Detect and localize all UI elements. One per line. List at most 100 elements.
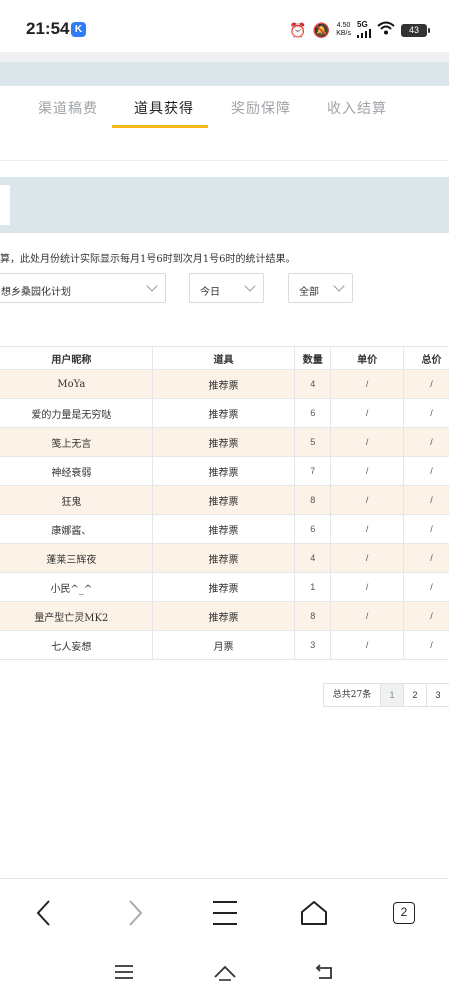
cell-prop: 推荐票	[151, 398, 296, 428]
system-back-button[interactable]	[304, 955, 344, 989]
cell-nickname: 神经衰弱	[0, 456, 153, 486]
wifi-icon	[377, 21, 395, 40]
alarm-icon: ⏰	[289, 21, 307, 38]
cell-quantity: 4	[294, 543, 332, 573]
chevron-down-icon	[333, 280, 345, 292]
cell-quantity: 4	[294, 369, 332, 399]
recent-apps-icon	[115, 965, 133, 979]
menu-icon	[213, 901, 237, 925]
clock: 21:54	[26, 19, 70, 38]
tab-rewards[interactable]: 奖励保障	[231, 98, 291, 118]
cell-total-price: /	[403, 630, 449, 660]
book-select[interactable]: 想乡桑园化计划	[0, 273, 166, 303]
cell-quantity: 6	[294, 398, 332, 428]
tabs-icon: 2	[393, 902, 415, 924]
tab-bar: 渠道稿费 道具获得 奖励保障 收入结算	[0, 86, 449, 162]
cell-total-price: /	[403, 398, 449, 428]
cell-nickname: 爱的力量是无穷哒	[0, 398, 153, 428]
statistics-note: 算，此处月份统计实际显示每月1号6时到次月1号6时的统计结果。	[0, 254, 296, 265]
cell-unit-price: /	[330, 601, 405, 631]
cell-nickname: 量产型亡灵MK2	[0, 601, 153, 631]
table-row: 狂鬼 推荐票 8 / /	[0, 485, 449, 515]
mute-icon: 🔕	[312, 21, 331, 38]
cell-total-price: /	[403, 456, 449, 486]
cell-quantity: 3	[294, 630, 332, 660]
page-1-button[interactable]: 1	[380, 683, 404, 707]
banner-block	[0, 185, 10, 225]
tab-props-received[interactable]: 道具获得	[134, 98, 194, 118]
cell-unit-price: /	[330, 514, 405, 544]
cell-nickname: 蓬莱三辉夜	[0, 543, 153, 573]
top-banner	[0, 62, 449, 86]
cell-unit-price: /	[330, 427, 405, 457]
cell-nickname: 小民^_^	[0, 572, 153, 602]
status-icons: ⏰ 🔕 4.50 KB/s 5G 43	[289, 20, 430, 40]
table-row: 康娜酱、 推荐票 6 / /	[0, 514, 449, 544]
cell-nickname: 康娜酱、	[0, 514, 153, 544]
pagination-total: 总共27条	[323, 683, 381, 707]
date-select-value: 今日	[200, 287, 220, 298]
date-select[interactable]: 今日	[189, 273, 264, 303]
page-2-button[interactable]: 2	[403, 683, 427, 707]
browser-toolbar-divider	[0, 878, 449, 879]
type-select-value: 全部	[299, 287, 319, 298]
forward-icon	[129, 900, 143, 926]
app-notification-icon: K	[71, 22, 86, 37]
home-button[interactable]	[292, 893, 336, 933]
cell-total-price: /	[403, 369, 449, 399]
cell-quantity: 6	[294, 514, 332, 544]
tab-channel-fee[interactable]: 渠道稿费	[38, 98, 98, 118]
table-row: 小民^_^ 推荐票 1 / /	[0, 572, 449, 602]
book-select-value: 想乡桑园化计划	[1, 287, 71, 298]
header-prop: 道具	[151, 346, 296, 370]
table-row: 七人妄想 月票 3 / /	[0, 630, 449, 660]
cell-prop: 月票	[151, 630, 296, 660]
page-3-button[interactable]: 3	[426, 683, 449, 707]
network-speed: 4.50 KB/s	[336, 22, 351, 37]
cell-total-price: /	[403, 514, 449, 544]
cell-nickname: 狂鬼	[0, 485, 153, 515]
header-total-price: 总价	[403, 346, 449, 370]
signal-icon: 5G	[357, 20, 371, 40]
cell-unit-price: /	[330, 572, 405, 602]
cell-prop: 推荐票	[151, 514, 296, 544]
header-unit-price: 单价	[330, 346, 405, 370]
status-bar: 21:54 K ⏰ 🔕 4.50 KB/s 5G 43	[0, 0, 449, 52]
cell-unit-price: /	[330, 630, 405, 660]
cell-unit-price: /	[330, 485, 405, 515]
cell-total-price: /	[403, 601, 449, 631]
cell-quantity: 7	[294, 456, 332, 486]
table-row: 神经衰弱 推荐票 7 / /	[0, 456, 449, 486]
cell-quantity: 1	[294, 572, 332, 602]
table-row: MoYa 推荐票 4 / /	[0, 369, 449, 399]
menu-button[interactable]	[203, 893, 247, 933]
cell-nickname: MoYa	[0, 369, 153, 399]
cell-unit-price: /	[330, 543, 405, 573]
cell-total-price: /	[403, 427, 449, 457]
cell-unit-price: /	[330, 398, 405, 428]
cell-prop: 推荐票	[151, 485, 296, 515]
tabs-divider	[0, 160, 449, 161]
table-header-row: 用户昵称 道具 数量 单价 总价	[0, 346, 449, 370]
back-button[interactable]	[22, 893, 66, 933]
props-table: 用户昵称 道具 数量 单价 总价 MoYa 推荐票 4 / / 爱的力量是无穷哒…	[0, 346, 449, 660]
back-icon	[315, 964, 332, 979]
cell-prop: 推荐票	[151, 456, 296, 486]
chevron-down-icon	[146, 280, 158, 292]
cell-quantity: 5	[294, 427, 332, 457]
pagination: 总共27条 1 2 3	[323, 683, 449, 707]
cell-total-price: /	[403, 572, 449, 602]
tabs-button[interactable]: 2	[382, 893, 426, 933]
type-select[interactable]: 全部	[288, 273, 353, 303]
forward-button[interactable]	[113, 893, 157, 933]
recent-apps-button[interactable]	[104, 955, 144, 989]
header-quantity: 数量	[294, 346, 332, 370]
cell-unit-price: /	[330, 369, 405, 399]
back-icon	[36, 900, 50, 926]
tab-income-settlement[interactable]: 收入结算	[327, 98, 387, 118]
table-row: 爱的力量是无穷哒 推荐票 6 / /	[0, 398, 449, 428]
system-home-button[interactable]	[205, 955, 245, 989]
home-icon	[214, 965, 236, 981]
home-icon	[301, 901, 327, 925]
cell-prop: 推荐票	[151, 543, 296, 573]
